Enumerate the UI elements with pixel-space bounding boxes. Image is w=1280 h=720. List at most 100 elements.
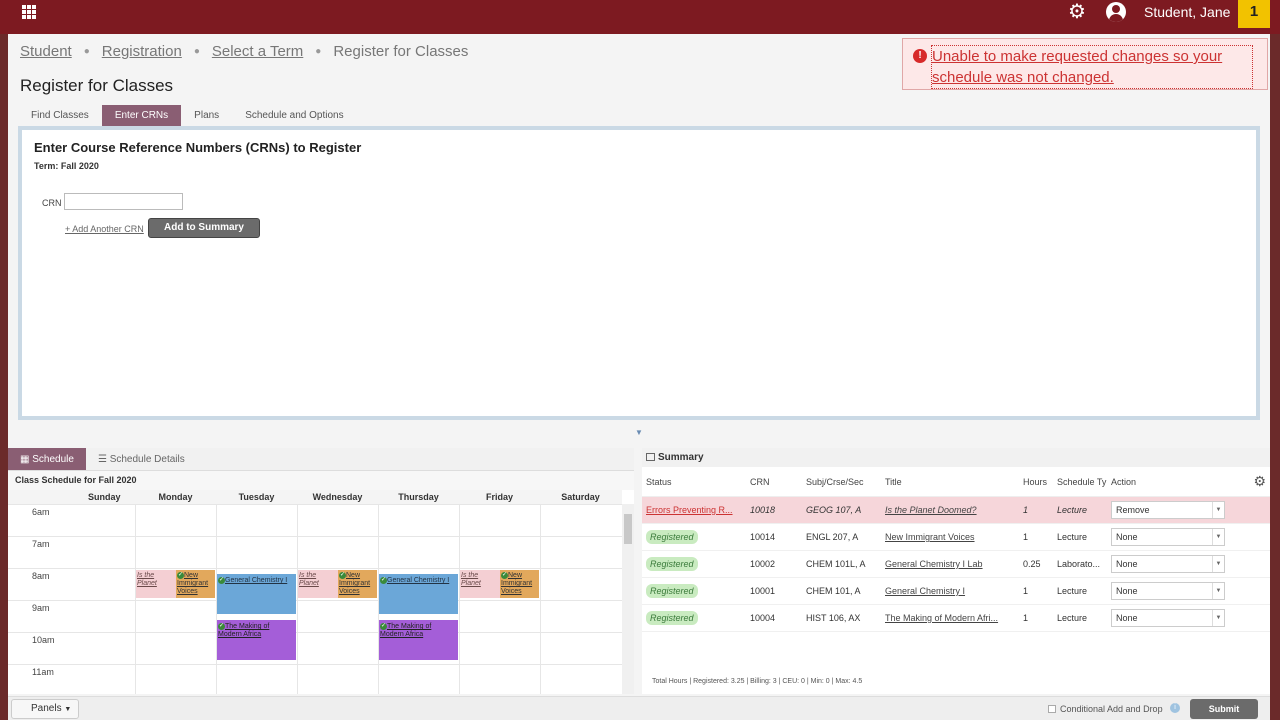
table-row: Registered 10014 ENGL 207, A New Immigra… xyxy=(642,524,1270,551)
event-chem-thursday[interactable]: ✓General Chemistry I xyxy=(379,574,458,614)
crn-input[interactable] xyxy=(64,193,183,210)
event-chem-tuesday[interactable]: ✓General Chemistry I xyxy=(217,574,296,614)
action-select[interactable]: Remove ▼ xyxy=(1111,501,1225,519)
user-name[interactable]: Student, Jane xyxy=(1144,4,1230,20)
event-voices-friday[interactable]: ✓New Immigrant Voices xyxy=(500,570,539,598)
conditional-add-drop[interactable]: Conditional Add and Drop xyxy=(1048,704,1163,714)
check-icon: ✓ xyxy=(218,577,225,584)
tab-schedule[interactable]: ▦ Schedule xyxy=(8,448,86,470)
col-status[interactable]: Status xyxy=(642,477,746,487)
event-voices-monday[interactable]: ✓New Immigrant Voices xyxy=(176,570,215,598)
day-saturday: Saturday xyxy=(561,492,600,502)
hour-row: 10am xyxy=(8,632,622,664)
day-header: Sunday Monday Tuesday Wednesday Thursday… xyxy=(8,490,622,504)
total-hours: Total Hours | Registered: 3.25 | Billing… xyxy=(652,678,863,685)
action-select[interactable]: None ▼ xyxy=(1111,609,1225,627)
row-title-link[interactable]: Is the Planet Doomed? xyxy=(885,505,977,515)
submit-button[interactable]: Submit xyxy=(1190,699,1258,719)
row-subj: ENGL 207, A xyxy=(806,532,859,542)
col-crn[interactable]: CRN xyxy=(746,477,802,487)
tab-find-classes[interactable]: Find Classes xyxy=(18,105,102,126)
row-hours: 0.25 xyxy=(1023,559,1041,569)
hour-row: 11am xyxy=(8,664,622,694)
row-hours: 1 xyxy=(1023,613,1029,623)
event-label: The Making of Modern Africa xyxy=(218,623,270,638)
info-icon[interactable]: i xyxy=(1170,703,1180,713)
check-icon: ✓ xyxy=(380,577,387,584)
panels-label: Panels xyxy=(31,703,62,714)
panels-button[interactable]: Panels ▼ xyxy=(11,699,79,719)
schedule-pane: ▦ Schedule ☰ Schedule Details Class Sche… xyxy=(8,448,634,694)
action-select[interactable]: None ▼ xyxy=(1111,582,1225,600)
row-hours: 1 xyxy=(1023,532,1029,542)
hour-row: 9am xyxy=(8,600,622,632)
panel-heading: Enter Course Reference Numbers (CRNs) to… xyxy=(34,140,362,155)
notification-badge[interactable]: 1 xyxy=(1238,0,1270,28)
tab-enter-crns[interactable]: Enter CRNs xyxy=(101,105,182,126)
action-value: None xyxy=(1116,613,1138,623)
add-another-crn-link[interactable]: + Add Another CRN xyxy=(65,224,144,234)
event-africa-thursday[interactable]: ✓The Making of Modern Africa xyxy=(379,620,458,660)
page-title: Register for Classes xyxy=(20,76,174,95)
action-select[interactable]: None ▼ xyxy=(1111,528,1225,546)
event-label: General Chemistry I xyxy=(225,577,288,584)
day-sunday: Sunday xyxy=(88,492,121,502)
row-subj: HIST 106, AX xyxy=(806,613,861,623)
conditional-checkbox[interactable] xyxy=(1048,705,1056,713)
action-value: None xyxy=(1116,559,1138,569)
summary-pane: Summary Status CRN Subj/Crse/Sec Title H… xyxy=(642,448,1270,694)
row-title-link[interactable]: New Immigrant Voices xyxy=(885,532,975,542)
crn-label: CRN xyxy=(42,198,62,208)
event-voices-wednesday[interactable]: ✓New Immigrant Voices xyxy=(338,570,377,598)
event-planet-monday[interactable]: Is the Planet xyxy=(136,570,176,598)
chevron-down-icon: ▼ xyxy=(1212,556,1224,572)
settings-gear-icon[interactable]: ⚙ xyxy=(1068,1,1086,23)
col-hours[interactable]: Hours xyxy=(1019,477,1053,487)
panel-splitter[interactable]: ▼ xyxy=(8,426,1270,448)
summary-header: Summary xyxy=(642,448,1270,467)
tab-plans[interactable]: Plans xyxy=(181,105,232,126)
col-subj[interactable]: Subj/Crse/Sec xyxy=(802,477,881,487)
day-friday: Friday xyxy=(485,492,513,502)
event-planet-friday[interactable]: Is the Planet xyxy=(460,570,500,598)
status-badge: Registered xyxy=(646,557,698,571)
col-schedule-type[interactable]: Schedule Ty xyxy=(1053,477,1107,487)
schedule-title: Class Schedule for Fall 2020 xyxy=(8,471,634,490)
table-row: Registered 10002 CHEM 101L, A General Ch… xyxy=(642,551,1270,578)
action-value: None xyxy=(1116,586,1138,596)
collapse-arrow-icon[interactable]: ▼ xyxy=(635,428,643,437)
row-title-link[interactable]: The Making of Modern Afri... xyxy=(885,613,998,623)
add-to-summary-button[interactable]: Add to Summary xyxy=(148,218,260,238)
day-tuesday: Tuesday xyxy=(238,492,275,502)
row-title-link[interactable]: General Chemistry I xyxy=(885,586,965,596)
row-type: Lecture xyxy=(1057,586,1088,596)
tab-details-label: Schedule Details xyxy=(109,454,185,465)
action-value: None xyxy=(1116,532,1138,542)
schedule-scrollbar[interactable] xyxy=(622,504,634,694)
status-badge: Registered xyxy=(646,530,698,544)
status-badge: Registered xyxy=(646,611,698,625)
top-bar: ⚙ Student, Jane 1 xyxy=(0,0,1280,34)
action-select[interactable]: None ▼ xyxy=(1111,555,1225,573)
check-icon: ✓ xyxy=(218,623,225,630)
row-title-link[interactable]: General Chemistry I Lab xyxy=(885,559,983,569)
chevron-down-icon: ▼ xyxy=(1212,583,1224,599)
error-message[interactable]: Unable to make requested changes so your… xyxy=(931,45,1253,89)
col-title[interactable]: Title xyxy=(881,477,1019,487)
apps-grid-icon[interactable] xyxy=(22,5,36,19)
status-error[interactable]: Errors Preventing R... xyxy=(646,505,746,515)
hour-label: 7am xyxy=(32,539,50,549)
event-planet-wednesday[interactable]: Is the Planet xyxy=(298,570,338,598)
breadcrumb-registration[interactable]: Registration xyxy=(102,43,182,60)
hour-label: 11am xyxy=(32,667,54,677)
breadcrumb-student[interactable]: Student xyxy=(20,43,72,60)
col-action[interactable]: Action xyxy=(1107,477,1227,487)
tab-schedule-details[interactable]: ☰ Schedule Details xyxy=(86,448,197,470)
user-avatar-icon[interactable] xyxy=(1106,2,1126,22)
event-africa-tuesday[interactable]: ✓The Making of Modern Africa xyxy=(217,620,296,660)
error-alert-icon: ! xyxy=(913,49,927,63)
tab-schedule-options[interactable]: Schedule and Options xyxy=(232,105,356,126)
breadcrumb-select-term[interactable]: Select a Term xyxy=(212,43,303,60)
summary-settings-gear-icon[interactable]: ⚙ xyxy=(1253,473,1266,490)
hour-label: 6am xyxy=(32,507,50,517)
